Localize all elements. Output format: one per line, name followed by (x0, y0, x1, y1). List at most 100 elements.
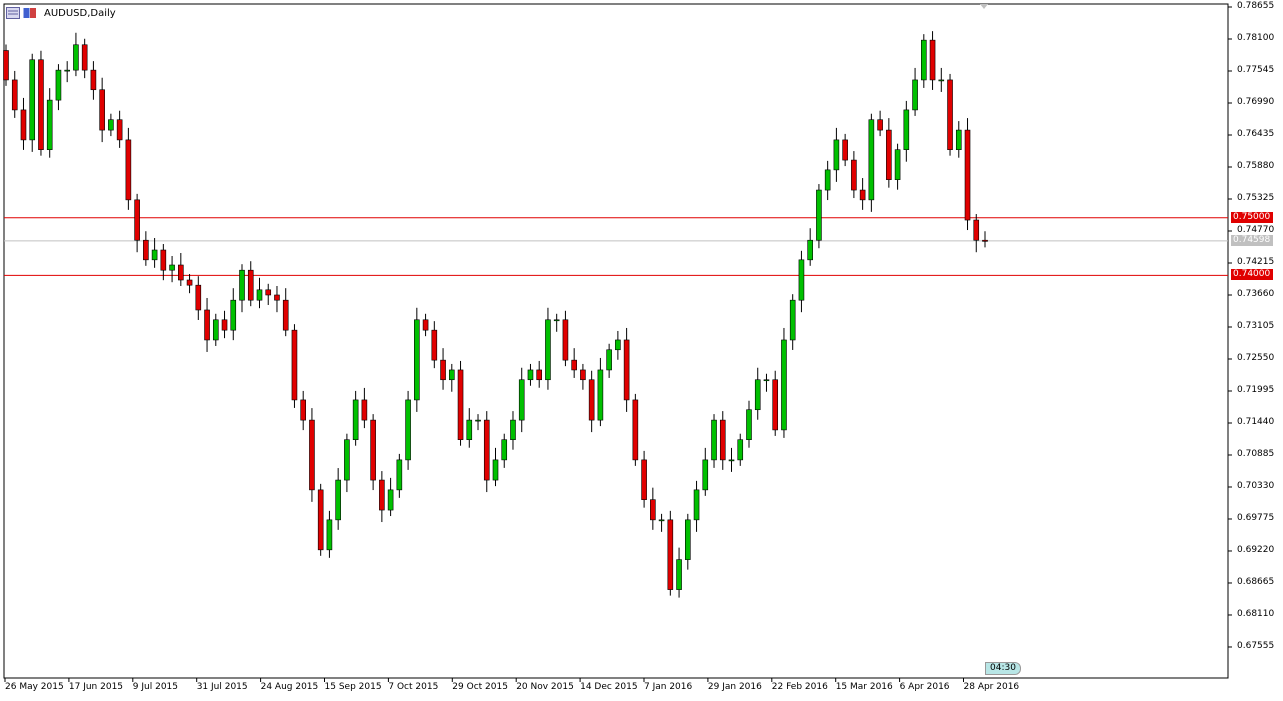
candle-body (431, 329, 438, 361)
candle-body (55, 69, 62, 101)
candle-body (387, 489, 394, 511)
candle-body (658, 519, 665, 522)
candle-body (842, 139, 848, 161)
price-chart[interactable] (0, 0, 1283, 701)
candle (457, 360, 464, 446)
y-tick-label: 0.69775 (1237, 512, 1275, 523)
candle-body (116, 119, 123, 141)
candle (414, 307, 420, 412)
candle-body (719, 419, 726, 461)
candle-body (728, 459, 735, 462)
candle-body (868, 119, 875, 201)
candle-body (99, 89, 105, 131)
candle-body (344, 439, 350, 481)
candle-body (466, 419, 473, 441)
chart-window-icon (6, 7, 20, 19)
candle-body (108, 119, 114, 131)
candle-body (877, 119, 883, 131)
candle-body (151, 249, 158, 261)
candle-body (64, 69, 70, 72)
candle-body (501, 439, 508, 461)
x-tick-label: 7 Oct 2015 (388, 682, 439, 692)
x-tick-label: 22 Feb 2016 (771, 682, 828, 692)
candle-body (239, 269, 245, 301)
candle-body (772, 379, 779, 431)
candle (964, 118, 971, 231)
candle-body (221, 319, 228, 331)
candle (309, 408, 315, 502)
candle-body (859, 189, 866, 201)
candle-body (702, 459, 709, 491)
candle-body (475, 419, 481, 422)
candle-body (711, 419, 717, 461)
candle-body (125, 139, 132, 201)
candle (545, 307, 551, 390)
candle-body (256, 289, 263, 301)
candle-body (309, 419, 315, 491)
x-tick-label: 28 Apr 2016 (963, 682, 1020, 692)
candle-body (588, 379, 595, 421)
candle-body (300, 399, 306, 421)
candle-body (291, 329, 298, 401)
candle-body (650, 499, 656, 521)
candle-body (955, 129, 962, 150)
candle-body (73, 44, 79, 71)
x-tick-label: 26 May 2015 (5, 682, 64, 692)
candle-body (632, 399, 639, 461)
candle-body (440, 359, 446, 381)
candle-body (562, 319, 569, 361)
candle-body (457, 369, 464, 441)
candle-body (265, 289, 272, 296)
candle-body (204, 309, 210, 341)
candle-body (938, 79, 945, 82)
candle-body (597, 369, 604, 421)
x-tick-label: 14 Dec 2015 (580, 682, 638, 692)
candle-body (38, 59, 44, 150)
candle-body (580, 369, 586, 381)
candle-body (160, 249, 167, 271)
y-tick-label: 0.68665 (1237, 576, 1275, 587)
candle-body (754, 379, 761, 411)
candle-body (929, 39, 936, 81)
candle-body (396, 459, 403, 491)
candle (483, 411, 490, 493)
candle-body (282, 299, 289, 331)
candle-body (178, 264, 184, 281)
x-tick-label: 29 Jan 2016 (707, 682, 762, 692)
candle-body (746, 409, 752, 441)
candle (38, 50, 44, 156)
candle-body (606, 349, 612, 371)
y-tick-label: 0.70330 (1237, 480, 1275, 491)
y-tick-label: 0.74215 (1237, 256, 1275, 267)
x-tick-label: 24 Aug 2015 (260, 682, 319, 692)
candle-body (361, 399, 368, 421)
expert-icon (23, 8, 36, 18)
candle-body (326, 519, 333, 551)
candle (623, 327, 630, 412)
candle-body (964, 129, 971, 221)
x-tick-label: 31 Jul 2015 (196, 682, 248, 692)
candle-body (492, 459, 499, 481)
y-tick-label: 0.78100 (1237, 32, 1275, 43)
candle (632, 393, 639, 466)
candle-body (483, 419, 490, 481)
price-level-tag: 0.74000 (1231, 269, 1273, 281)
candle-body (527, 369, 534, 381)
y-tick-label: 0.78655 (1237, 0, 1275, 11)
candle-body (833, 139, 840, 171)
candle-body (824, 169, 831, 191)
candle-body (912, 79, 918, 111)
y-tick-label: 0.73105 (1237, 320, 1275, 331)
y-tick-label: 0.69220 (1237, 544, 1275, 555)
bar-timer: 04:30 (985, 662, 1021, 675)
candle-body (763, 379, 770, 382)
candle-body (46, 99, 53, 150)
last-price-tag: 0.74598 (1231, 234, 1273, 246)
y-tick-label: 0.76435 (1237, 128, 1275, 139)
candle-body (667, 519, 674, 590)
y-tick-label: 0.73660 (1237, 288, 1275, 299)
candle (921, 34, 927, 88)
candle-body (352, 399, 359, 441)
y-tick-label: 0.68110 (1237, 608, 1275, 619)
y-tick-label: 0.71995 (1237, 384, 1275, 395)
